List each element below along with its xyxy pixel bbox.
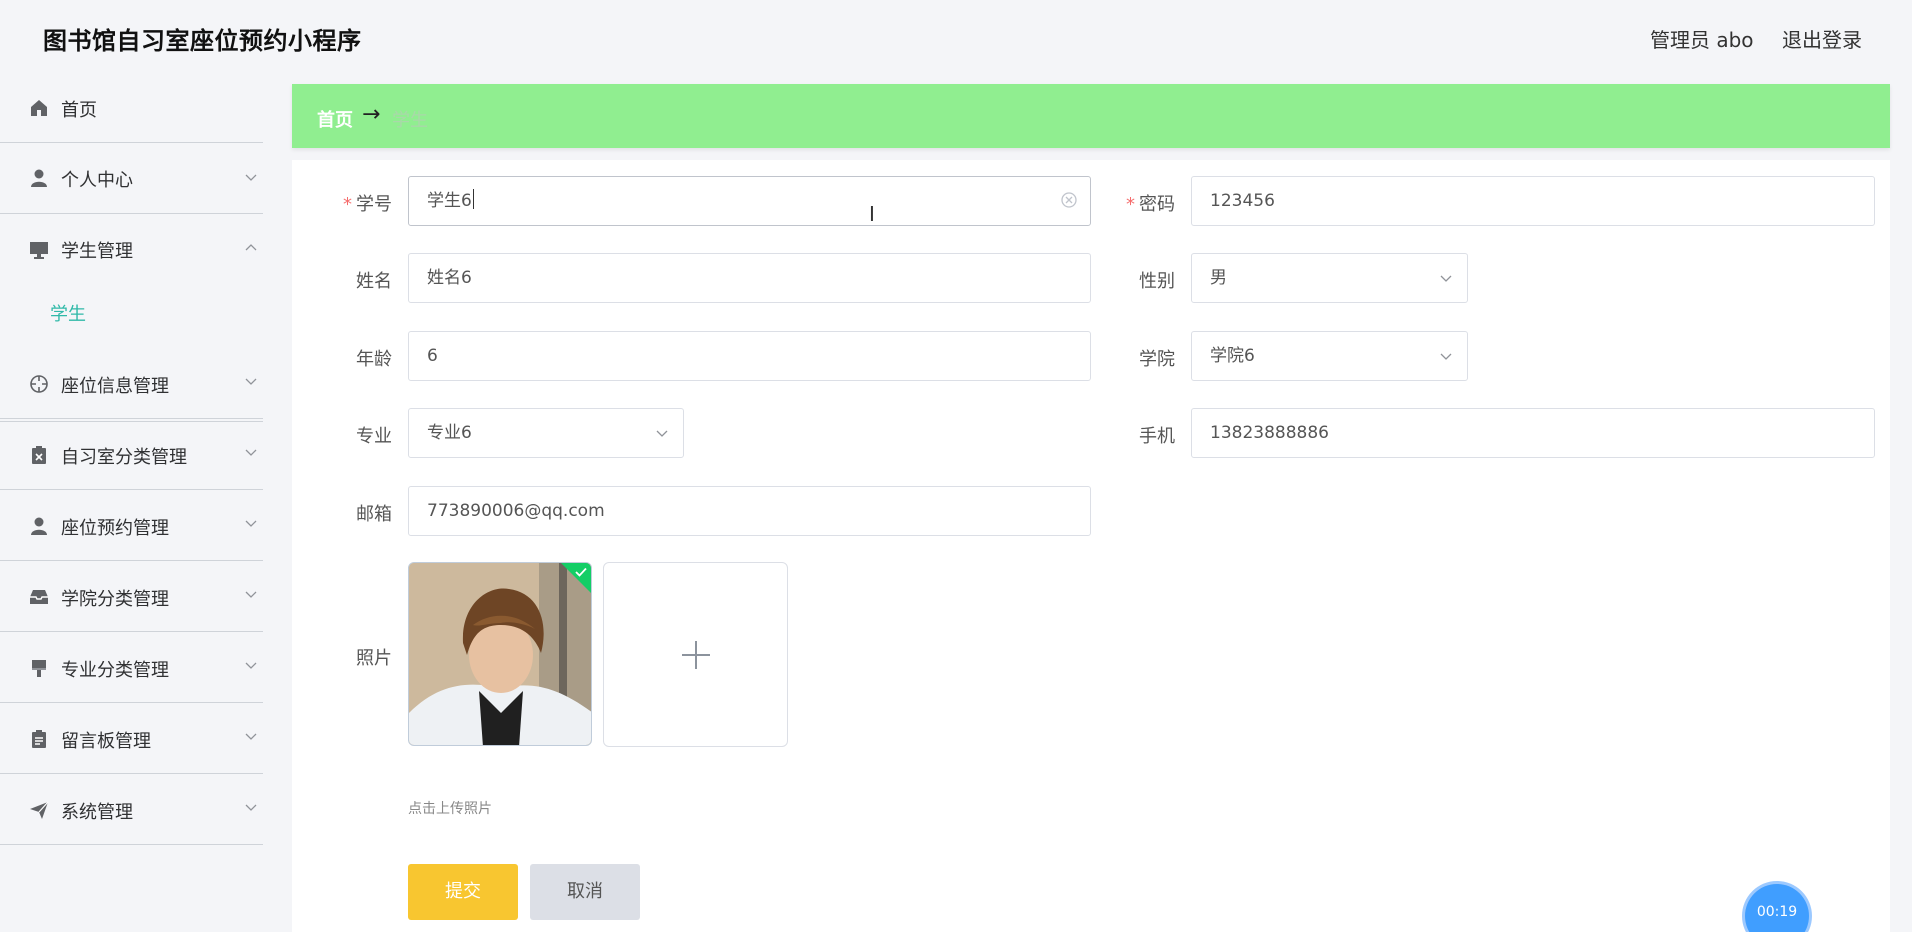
gender-label: 性别 bbox=[1139, 271, 1175, 292]
sidebar-item-home[interactable]: 首页 bbox=[0, 74, 263, 143]
sidebar-item-student-management[interactable]: 学生管理 bbox=[0, 214, 263, 270]
sidebar-item-label: 座位预约管理 bbox=[61, 518, 169, 539]
sidebar-item-label: 首页 bbox=[61, 100, 97, 121]
submit-button[interactable]: 提交 bbox=[408, 864, 518, 920]
password-value: 123456 bbox=[1210, 191, 1275, 211]
breadcrumb: 首页 → 学生 bbox=[292, 84, 1890, 148]
breadcrumb-separator: → bbox=[362, 102, 381, 127]
photo-upload-button[interactable] bbox=[603, 562, 788, 747]
age-label: 年龄 bbox=[356, 349, 392, 370]
photo-label: 照片 bbox=[356, 648, 392, 669]
sidebar: 首页 个人中心 学生管理 学生 座位信息管理 自习室分类管理 座位预约管理 学院… bbox=[0, 74, 263, 932]
sidebar-item-label: 座位信息管理 bbox=[61, 376, 169, 397]
chevron-down-icon bbox=[245, 378, 257, 385]
clipboard-x-icon bbox=[32, 446, 46, 464]
target-icon bbox=[30, 375, 48, 393]
app-title: 图书馆自习室座位预约小程序 bbox=[43, 27, 362, 55]
uploaded-photo-thumbnail[interactable] bbox=[408, 562, 592, 746]
required-mark: * bbox=[1126, 194, 1135, 215]
sidebar-item-major-category[interactable]: 专业分类管理 bbox=[0, 632, 263, 703]
email-label: 邮箱 bbox=[356, 504, 392, 525]
chevron-down-icon bbox=[245, 804, 257, 811]
user-icon bbox=[31, 517, 47, 535]
chevron-down-icon bbox=[245, 449, 257, 456]
name-value: 姓名6 bbox=[427, 268, 472, 288]
sidebar-item-label: 自习室分类管理 bbox=[61, 447, 187, 468]
home-icon bbox=[31, 100, 47, 116]
chevron-down-icon bbox=[245, 733, 257, 740]
phone-label: 手机 bbox=[1139, 426, 1175, 447]
name-input[interactable]: 姓名6 bbox=[408, 253, 1091, 303]
sidebar-item-label: 学院分类管理 bbox=[61, 589, 169, 610]
sidebar-item-label: 学生管理 bbox=[61, 241, 133, 262]
top-header: 图书馆自习室座位预约小程序 管理员 abo 退出登录 bbox=[0, 0, 1912, 74]
chevron-down-icon bbox=[245, 591, 257, 598]
chevron-down-icon bbox=[245, 662, 257, 669]
chevron-down-icon bbox=[1440, 275, 1452, 282]
student-id-label: * 学号 bbox=[343, 194, 392, 215]
college-label: 学院 bbox=[1139, 349, 1175, 370]
sidebar-subitem-label: 学生 bbox=[50, 304, 86, 325]
sidebar-item-message-board[interactable]: 留言板管理 bbox=[0, 703, 263, 774]
monitor-icon bbox=[30, 242, 48, 259]
major-label: 专业 bbox=[356, 426, 392, 447]
check-icon bbox=[575, 567, 587, 577]
clear-icon[interactable] bbox=[1060, 191, 1078, 209]
required-mark: * bbox=[343, 194, 352, 215]
breadcrumb-current: 学生 bbox=[392, 110, 428, 131]
password-input[interactable]: 123456 bbox=[1191, 176, 1875, 226]
phone-value: 13823888886 bbox=[1210, 423, 1329, 443]
age-input[interactable]: 6 bbox=[408, 331, 1091, 381]
college-select[interactable]: 学院6 bbox=[1191, 331, 1468, 381]
password-label: * 密码 bbox=[1126, 194, 1175, 215]
student-id-value: 学生6 bbox=[427, 191, 472, 211]
student-id-input[interactable]: 学生6 I bbox=[408, 176, 1091, 226]
phone-input[interactable]: 13823888886 bbox=[1191, 408, 1875, 458]
email-input[interactable]: 773890006@qq.com bbox=[408, 486, 1091, 536]
tray-icon bbox=[30, 590, 48, 604]
email-value: 773890006@qq.com bbox=[427, 501, 605, 521]
sidebar-item-label: 个人中心 bbox=[61, 170, 133, 191]
sidebar-item-seat-reservation[interactable]: 座位预约管理 bbox=[0, 490, 263, 561]
sidebar-item-label: 专业分类管理 bbox=[61, 660, 169, 681]
sidebar-item-seat-info[interactable]: 座位信息管理 bbox=[0, 348, 263, 419]
text-cursor-icon: I bbox=[869, 202, 875, 226]
chevron-down-icon bbox=[245, 520, 257, 527]
student-form: * 学号 学生6 I * 密码 123456 姓名 姓名6 性别 男 年龄 6 学院… bbox=[292, 160, 1890, 932]
clipboard-icon bbox=[32, 730, 46, 748]
chevron-up-icon bbox=[245, 244, 257, 251]
college-value: 学院6 bbox=[1210, 346, 1255, 366]
sidebar-item-label: 留言板管理 bbox=[61, 731, 151, 752]
gender-select[interactable]: 男 bbox=[1191, 253, 1468, 303]
chevron-down-icon bbox=[656, 430, 668, 437]
main-content: 首页 → 学生 * 学号 学生6 I * 密码 123456 姓名 姓名6 性别 男… bbox=[292, 84, 1890, 932]
sidebar-item-study-room-category[interactable]: 自习室分类管理 bbox=[0, 419, 263, 490]
send-icon bbox=[30, 801, 49, 819]
chevron-down-icon bbox=[1440, 353, 1452, 360]
major-select[interactable]: 专业6 bbox=[408, 408, 684, 458]
photo-upload-tip: 点击上传照片 bbox=[408, 801, 492, 817]
name-label: 姓名 bbox=[356, 271, 392, 292]
sidebar-item-profile[interactable]: 个人中心 bbox=[0, 143, 263, 214]
plus-icon bbox=[682, 641, 710, 669]
sidebar-item-label: 系统管理 bbox=[61, 802, 133, 823]
gender-value: 男 bbox=[1210, 268, 1227, 288]
brush-icon bbox=[32, 660, 46, 677]
age-value: 6 bbox=[427, 346, 438, 366]
major-value: 专业6 bbox=[427, 423, 472, 443]
chevron-down-icon bbox=[245, 174, 257, 181]
logout-link[interactable]: 退出登录 bbox=[1782, 24, 1862, 53]
sidebar-item-system[interactable]: 系统管理 bbox=[0, 774, 263, 845]
breadcrumb-home-link[interactable]: 首页 bbox=[317, 106, 353, 132]
cancel-button[interactable]: 取消 bbox=[530, 864, 640, 920]
sidebar-item-college-category[interactable]: 学院分类管理 bbox=[0, 561, 263, 632]
user-icon bbox=[31, 169, 47, 187]
current-user-label: 管理员 abo bbox=[1650, 28, 1754, 52]
